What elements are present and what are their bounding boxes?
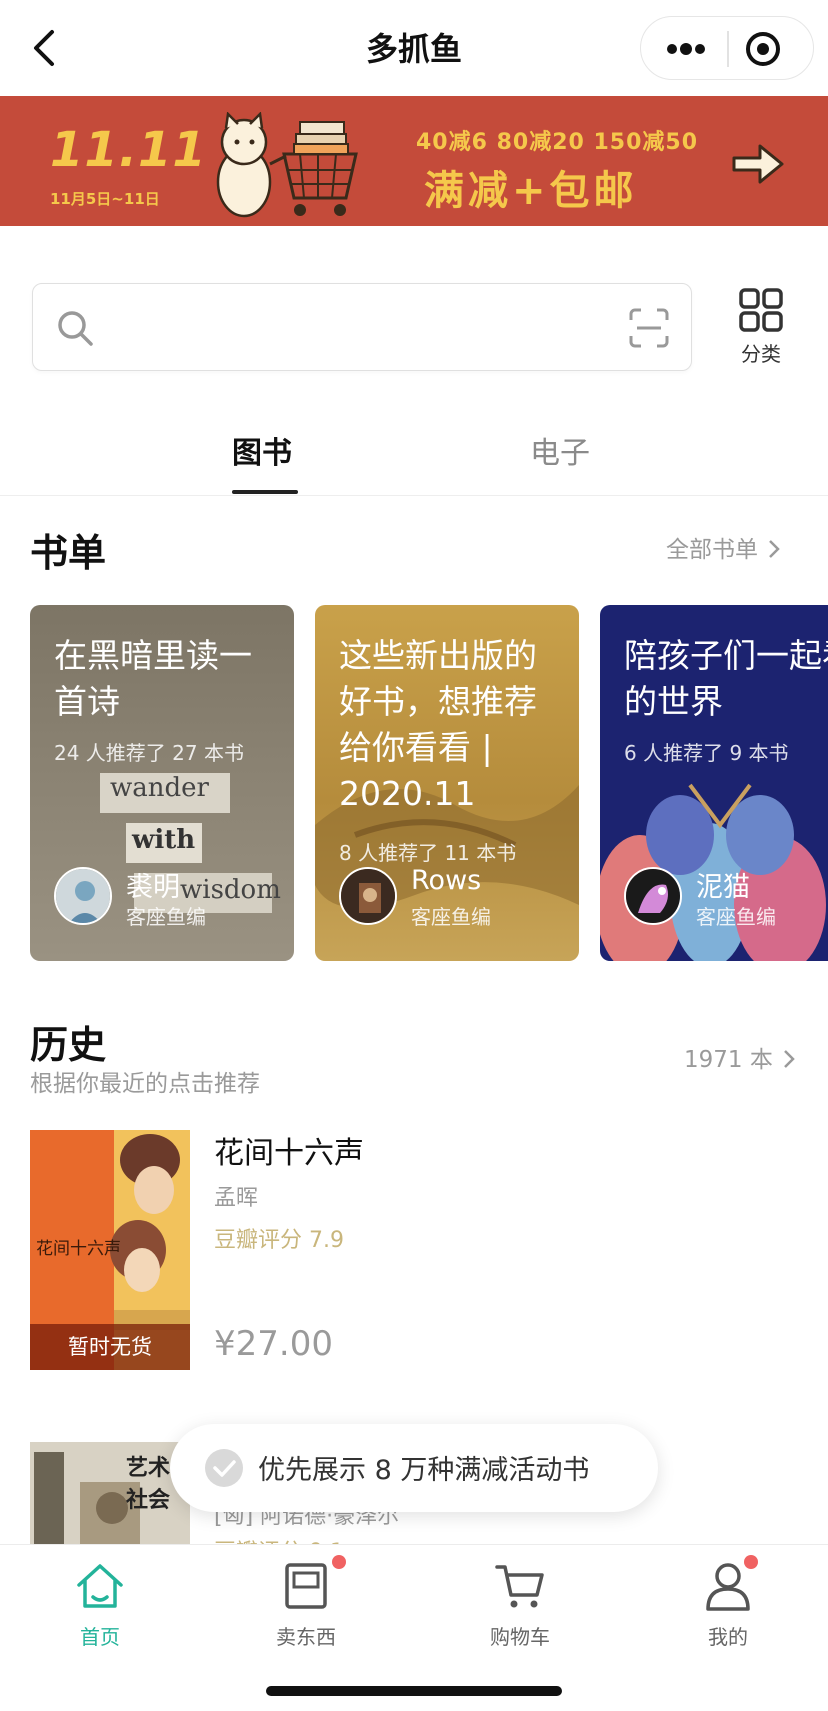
cover-word: wander (110, 773, 209, 803)
chevron-right-icon (769, 540, 780, 558)
history-count-link[interactable]: 1971 本 (684, 1040, 795, 1074)
card-title: 这些新出版的好书，想推荐给你看看 | 2020.11 (339, 636, 537, 813)
notification-badge (332, 1555, 346, 1569)
banner-date-range: 11月5日~11日 (50, 190, 160, 208)
close-miniprogram-icon[interactable] (745, 31, 781, 67)
avatar (54, 867, 112, 925)
category-button[interactable]: 分类 (730, 286, 792, 370)
scan-icon[interactable] (625, 304, 673, 352)
tab-me[interactable]: 我的 (668, 1559, 788, 1650)
curator-name: 裘明 (126, 872, 180, 903)
chevron-right-icon (783, 1050, 795, 1068)
history-title: 历史 (30, 1023, 107, 1067)
book-cover[interactable]: 花间十六声 暂时无货 (30, 1130, 190, 1370)
card-meta: 6 人推荐了 9 本书 (624, 741, 789, 765)
book-rating: 豆瓣评分 7.9 (214, 1228, 344, 1253)
cart-icon (495, 1565, 544, 1608)
curator-role: 客座鱼编 (696, 905, 776, 929)
cat-cart-illustration (200, 111, 370, 224)
book-sell-icon (285, 1563, 327, 1609)
banner-date: 11.11 (50, 122, 207, 178)
cover-text: 花间十六声 (36, 1239, 121, 1259)
category-label: 分类 (741, 342, 781, 366)
booklists-title: 书单 (30, 531, 107, 575)
banner-headline: 满减+包邮 (424, 168, 638, 214)
more-icon[interactable] (661, 33, 711, 65)
curator-name: 泥猫 (696, 872, 750, 903)
promo-banner[interactable]: 11.11 11月5日~11日 40减6 80减20 150减50 满减+包邮 (0, 96, 828, 226)
grid-icon (739, 288, 783, 332)
tab-cart[interactable]: 购物车 (460, 1559, 580, 1650)
booklist-card[interactable]: wander with wisdom 在黑暗里读一首诗 24 人推荐了 27 本… (30, 605, 294, 961)
all-booklists-link[interactable]: 全部书单 (666, 530, 780, 564)
banner-rules: 40减6 80减20 150减50 (416, 130, 699, 155)
home-icon (77, 1564, 123, 1608)
history-subtitle: 根据你最近的点击推荐 (30, 1071, 260, 1097)
tab-bar-top: 图书 电子 (0, 420, 828, 496)
booklist-card[interactable]: 陪孩子们一起看更大的世界 6 人推荐了 9 本书 泥猫 客座鱼编 (600, 605, 828, 961)
toast-text: 优先展示 8 万种满减活动书 (258, 1455, 590, 1486)
book-price: ¥27.00 (214, 1324, 333, 1364)
booklist-card[interactable]: 这些新出版的好书，想推荐给你看看 | 2020.11 8 人推荐了 11 本书 … (315, 605, 579, 961)
capsule-divider (727, 31, 729, 67)
tab-label: 首页 (80, 1625, 120, 1649)
tab-electronics[interactable]: 电子 (530, 428, 590, 472)
all-booklists-label: 全部书单 (666, 537, 758, 563)
tab-label: 我的 (708, 1625, 748, 1649)
avatar (624, 867, 682, 925)
curator-name: Rows (411, 865, 482, 896)
tab-label: 卖东西 (276, 1625, 336, 1649)
tab-sell[interactable]: 卖东西 (246, 1559, 366, 1650)
tab-label: 购物车 (490, 1625, 550, 1649)
book-title[interactable]: 花间十六声 (214, 1128, 364, 1172)
arrow-right-icon (730, 142, 786, 186)
card-title: 在黑暗里读一首诗 (54, 636, 252, 721)
out-of-stock-badge: 暂时无货 (30, 1324, 190, 1370)
curator-role: 客座鱼编 (411, 905, 491, 929)
home-indicator (266, 1686, 562, 1696)
history-count: 1971 本 (684, 1047, 773, 1073)
search-icon (55, 308, 95, 348)
miniprogram-capsule (640, 16, 814, 80)
check-circle-icon (204, 1448, 244, 1488)
tab-home[interactable]: 首页 (40, 1559, 160, 1650)
card-title: 陪孩子们一起看更大的世界 (624, 636, 828, 721)
nav-bar: 多抓鱼 (0, 0, 828, 96)
notification-badge (744, 1555, 758, 1569)
tab-books[interactable]: 图书 (232, 428, 292, 472)
book-author: 孟晖 (214, 1186, 259, 1211)
search-input[interactable] (32, 283, 692, 371)
card-meta: 24 人推荐了 27 本书 (54, 741, 244, 765)
curator-role: 客座鱼编 (126, 905, 206, 929)
card-meta: 8 人推荐了 11 本书 (339, 841, 517, 865)
avatar (339, 867, 397, 925)
promo-toast: 优先展示 8 万种满减活动书 (170, 1424, 658, 1512)
cover-word: with (132, 825, 196, 855)
active-tab-indicator (232, 490, 298, 494)
